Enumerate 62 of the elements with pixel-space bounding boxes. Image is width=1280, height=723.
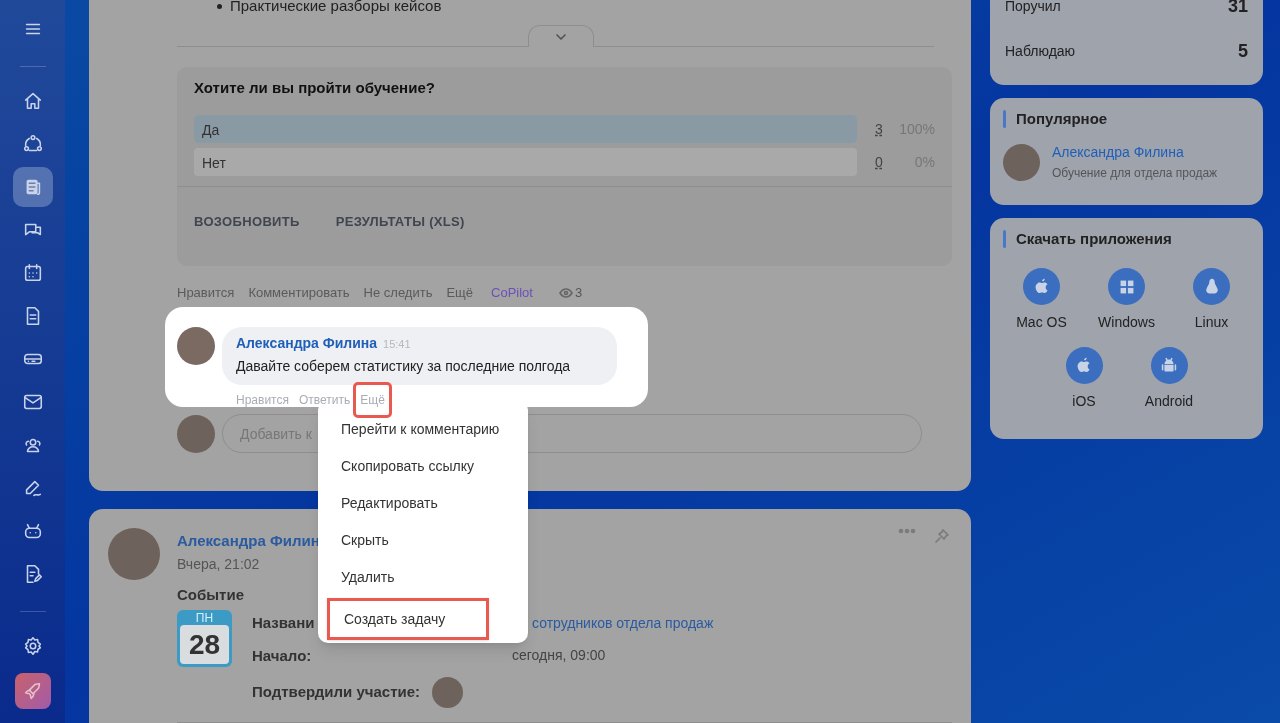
poll-button[interactable]: ВОЗОБНОВИТЬ [180,205,314,239]
avatar [1003,143,1040,181]
field-value: сегодня, 09:00 [512,646,606,666]
menu-item[interactable]: Редактировать [318,485,528,522]
event-heading: Событие [177,584,245,605]
poll-button[interactable]: РЕЗУЛЬТАТЫ (XLS) [321,205,479,239]
card-title: Популярное [1016,108,1108,129]
task-label[interactable]: Поручил [1005,0,1061,17]
sidebar-item[interactable] [14,673,51,709]
comment-author[interactable]: Александра Филина [236,333,378,354]
bullet-text: Практические разборы кейсов [230,0,442,12]
app-download-button[interactable] [1023,268,1060,305]
avatar [177,327,215,365]
day-number: 28 [180,625,229,664]
app-label: Android [1144,392,1194,411]
chevron-down-icon [554,31,568,42]
comment-time: 15:41 [383,337,411,352]
post-action-link[interactable]: CoPilot [491,283,533,303]
app-label: Linux [1194,313,1229,332]
comment-text: Давайте соберем статистику за последние полгода [236,357,572,376]
app-label: Mac OS [1016,313,1067,332]
eye-icon [558,288,573,298]
card-title: Скачать приложения [1016,228,1172,249]
avatar [177,414,215,453]
sidebar-item[interactable] [12,167,53,207]
comment-action-link[interactable]: Ответить [298,391,351,409]
app-label: iOS [1072,392,1096,411]
task-count: 31 [1227,0,1248,18]
poll-option-label: Нет [202,154,226,173]
menu-item[interactable]: Удалить [318,559,528,596]
task-count: 5 [1238,40,1248,63]
app-download-button[interactable] [1108,268,1145,305]
app-download-button[interactable] [1193,268,1230,305]
avatar [108,527,160,580]
comment-action-link[interactable]: Нравится [236,391,289,409]
poll-option-track[interactable]: Да [194,115,857,143]
weekday: ПН [195,611,214,625]
post-author[interactable]: Александра Филин [177,529,320,552]
field-label: Названи [252,613,316,633]
menu-item[interactable]: Скрыть [318,522,528,559]
app-label: Windows [1098,313,1155,332]
field-label: Начало: [252,645,313,666]
task-label[interactable]: Наблюдаю [1005,41,1076,62]
app-download-button[interactable] [1150,347,1188,384]
post-action-link[interactable]: Нравится [177,283,235,303]
poll-option-track[interactable]: Нет [194,148,857,176]
poll-option-label: Да [202,121,220,140]
field-label: Подтвердили участие: [252,682,422,703]
post-time: Вчера, 21:02 [177,555,261,574]
event-link[interactable]: сотрудников отдела продаж [532,612,714,634]
app-download-button[interactable] [1065,347,1103,384]
avatar [432,677,463,708]
vote-count[interactable]: 3 [875,118,887,140]
post-action-link[interactable]: Комментировать [248,283,350,303]
post-action-link[interactable]: Ещё [446,283,474,303]
menu-item[interactable]: Создать задачу [327,598,489,640]
vote-count[interactable]: 0 [875,151,887,173]
post-action-link[interactable]: Не следить [363,283,433,303]
poll-question: Хотите ли вы пройти обучение? [193,78,436,98]
popular-author[interactable]: Александра Филина [1052,142,1218,163]
view-count: 3 [574,284,583,303]
popular-subtitle: Обучение для отдела продаж [1052,165,1218,182]
